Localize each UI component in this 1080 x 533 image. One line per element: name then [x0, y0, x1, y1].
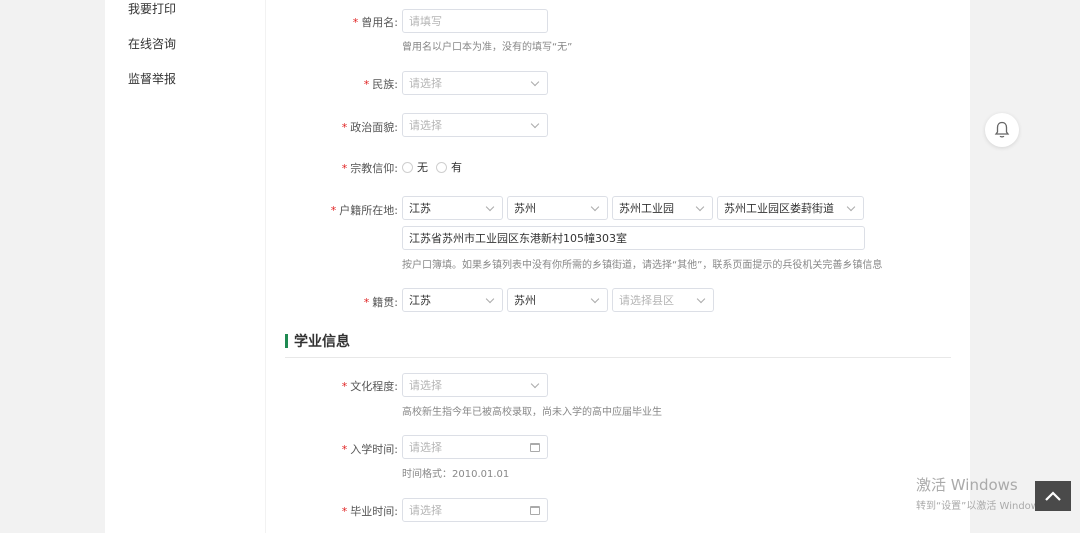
graduate-date-label: * 毕业时间:: [341, 505, 398, 518]
ethnicity-select[interactable]: 请选择: [402, 71, 548, 95]
section-title-education: 学业信息: [285, 331, 350, 351]
sidebar-item-consult[interactable]: 在线咨询: [128, 35, 176, 52]
calendar-icon: [530, 443, 540, 452]
religion-radio-none[interactable]: 无: [402, 159, 428, 175]
enroll-date-picker[interactable]: 请选择: [402, 435, 548, 459]
enroll-date-label: * 入学时间:: [341, 443, 398, 456]
sidebar: 我要打印 在线咨询 监督举报: [105, 0, 265, 533]
chevron-down-icon: [590, 202, 600, 212]
education-hint: 高校新生指今年已被高校录取，尚未入学的高中应届毕业生: [402, 407, 662, 418]
chevron-down-icon: [485, 202, 495, 212]
radio-icon: [402, 161, 413, 173]
chevron-down-icon: [530, 77, 540, 87]
enroll-date-hint: 时间格式：2010.01.01: [402, 469, 510, 480]
household-district-select[interactable]: 苏州工业园: [612, 196, 713, 220]
ethnicity-label: * 民族:: [363, 78, 398, 91]
education-label: * 文化程度:: [341, 380, 398, 393]
education-select[interactable]: 请选择: [402, 373, 548, 397]
windows-activation-watermark: 激活 Windows 转到“设置”以激活 Windows。: [916, 474, 1054, 512]
chevron-down-icon: [846, 202, 856, 212]
native-district-select[interactable]: 请选择县区: [612, 288, 714, 312]
former-name-input[interactable]: 请填写: [402, 9, 548, 33]
notification-button[interactable]: [985, 113, 1019, 147]
radio-icon: [436, 161, 447, 173]
sidebar-item-report[interactable]: 监督举报: [128, 70, 176, 87]
back-to-top-button[interactable]: [1035, 481, 1071, 511]
chevron-down-icon: [530, 379, 540, 389]
chevron-down-icon: [485, 294, 495, 304]
native-place-label: * 籍贯:: [363, 296, 398, 309]
native-province-select[interactable]: 江苏: [402, 288, 503, 312]
sidebar-item-print[interactable]: 我要打印: [128, 0, 176, 17]
household-hint: 按户口簿填。如果乡镇列表中没有你所需的乡镇街道，请选择“其他”，联系页面提示的兵…: [402, 260, 883, 271]
required-mark: *: [352, 16, 359, 29]
former-name-label: * 曾用名:: [352, 16, 398, 29]
chevron-down-icon: [696, 294, 706, 304]
graduate-date-picker[interactable]: 请选择: [402, 498, 548, 522]
native-city-select[interactable]: 苏州: [507, 288, 608, 312]
religion-radio-yes[interactable]: 有: [436, 159, 462, 175]
household-street-select[interactable]: 苏州工业园区娄葑街道: [717, 196, 864, 220]
bell-icon: [994, 121, 1010, 138]
arrow-up-icon: [1045, 491, 1061, 501]
calendar-icon: [530, 506, 540, 515]
watermark-subtitle: 转到“设置”以激活 Windows。: [916, 501, 1055, 512]
section-divider: [285, 357, 951, 358]
household-city-select[interactable]: 苏州: [507, 196, 608, 220]
household-province-select[interactable]: 江苏: [402, 196, 503, 220]
political-status-label: * 政治面貌:: [341, 121, 398, 134]
chevron-down-icon: [695, 202, 705, 212]
household-address-input[interactable]: 江苏省苏州市工业园区东港新村105幢303室: [402, 226, 865, 250]
chevron-down-icon: [590, 294, 600, 304]
household-label: * 户籍所在地:: [330, 204, 398, 217]
political-status-select[interactable]: 请选择: [402, 113, 548, 137]
form-panel: * 曾用名: 请填写 曾用名以户口本为准，没有的填写“无” * 民族: 请选择 * 政…: [266, 0, 970, 533]
former-name-hint: 曾用名以户口本为准，没有的填写“无”: [402, 42, 573, 53]
section-accent-bar: [285, 334, 288, 348]
chevron-down-icon: [530, 119, 540, 129]
watermark-title: 激活 Windows: [916, 476, 1018, 494]
religion-label: * 宗教信仰:: [341, 162, 398, 175]
